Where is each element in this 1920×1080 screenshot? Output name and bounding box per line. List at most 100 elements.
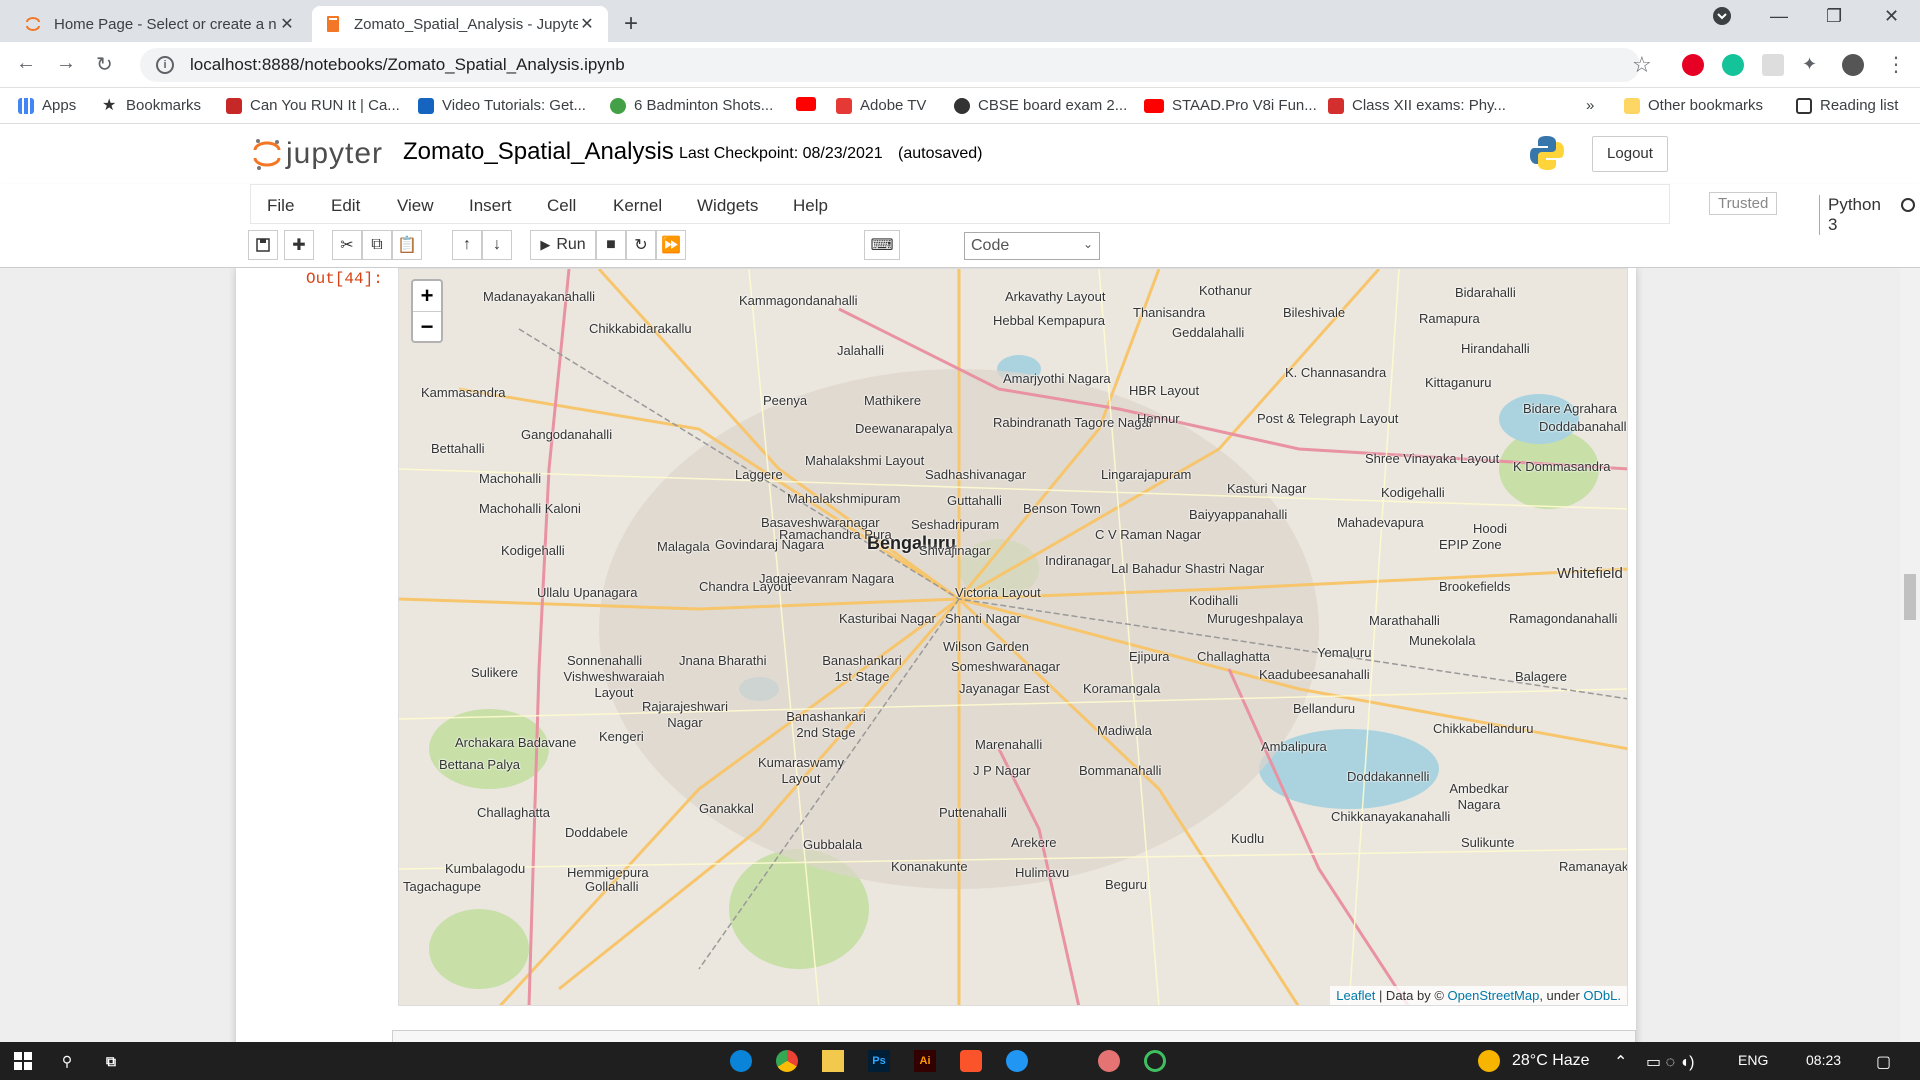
reading-list-button[interactable]: Reading list xyxy=(1796,97,1898,114)
brave-icon[interactable] xyxy=(960,1050,982,1072)
file-explorer-icon[interactable] xyxy=(822,1050,844,1072)
map-zoom-control: + − xyxy=(411,279,443,343)
interrupt-icon[interactable]: ■ xyxy=(596,230,626,260)
bookmark-bookmarks[interactable]: ★ Bookmarks xyxy=(102,97,201,114)
kernel-name[interactable]: Python 3 xyxy=(1819,195,1881,235)
photoshop-icon[interactable]: Ps xyxy=(868,1050,890,1072)
more-bookmarks-button[interactable]: » xyxy=(1586,97,1594,114)
bookmark-apps[interactable]: Apps xyxy=(18,97,76,114)
leaflet-link[interactable]: Leaflet xyxy=(1336,988,1375,1003)
notebook-name[interactable]: Zomato_Spatial_Analysis xyxy=(403,138,674,166)
notifications-icon[interactable]: ▢ xyxy=(1876,1052,1891,1072)
menu-edit[interactable]: Edit xyxy=(331,196,360,216)
map-place-label: Marathahalli xyxy=(1369,613,1440,628)
jupyter-logo[interactable]: jupyter xyxy=(252,136,383,172)
menu-insert[interactable]: Insert xyxy=(469,196,512,216)
bookmark-class-xii[interactable]: Class XII exams: Phy... xyxy=(1328,97,1506,114)
site-icon xyxy=(610,97,626,114)
tab-home-page[interactable]: Home Page - Select or create a n ✕ xyxy=(12,6,308,42)
move-up-icon[interactable]: ↑ xyxy=(452,230,482,260)
scrollbar-thumb[interactable] xyxy=(1904,574,1916,620)
bookmark-video-tutorials[interactable]: Video Tutorials: Get... xyxy=(418,97,586,114)
bookmark-staad[interactable]: STAAD.Pro V8i Fun... xyxy=(1144,97,1317,114)
browser-menu-icon[interactable]: ⋮ xyxy=(1886,52,1906,77)
maximize-icon[interactable]: ❐ xyxy=(1826,6,1842,27)
bookmark-badminton[interactable]: 6 Badminton Shots... xyxy=(610,97,773,114)
restart-icon[interactable]: ↻ xyxy=(626,230,656,260)
extensions-puzzle-icon[interactable]: ✦ xyxy=(1802,54,1824,76)
address-bar[interactable]: i localhost:8888/notebooks/Zomato_Spatia… xyxy=(140,48,1640,82)
bookmark-cbse[interactable]: CBSE board exam 2... xyxy=(954,97,1127,114)
pinterest-extension-icon[interactable] xyxy=(1682,54,1704,76)
menu-widgets[interactable]: Widgets xyxy=(697,196,758,216)
trusted-indicator[interactable]: Trusted xyxy=(1709,192,1778,215)
menu-kernel[interactable]: Kernel xyxy=(613,196,662,216)
logout-button[interactable]: Logout xyxy=(1592,136,1668,172)
reload-icon[interactable]: ↻ xyxy=(96,52,113,77)
site-icon xyxy=(418,97,434,114)
move-down-icon[interactable]: ↓ xyxy=(482,230,512,260)
close-window-icon[interactable]: ✕ xyxy=(1884,6,1899,27)
forward-icon[interactable]: → xyxy=(56,52,76,75)
grammarly-extension-icon[interactable] xyxy=(1722,54,1744,76)
clock[interactable]: 08:23 xyxy=(1806,1052,1841,1068)
restart-run-all-icon[interactable]: ⏩ xyxy=(656,230,686,260)
menu-view[interactable]: View xyxy=(397,196,434,216)
tab-zomato-notebook[interactable]: Zomato_Spatial_Analysis - Jupyter ✕ xyxy=(312,6,608,42)
openstreetmap-link[interactable]: OpenStreetMap xyxy=(1448,988,1540,1003)
bookmark-star-icon[interactable]: ☆ xyxy=(1632,52,1652,78)
bookmark-adobe-tv[interactable]: Adobe TV xyxy=(836,97,926,114)
app-icon[interactable] xyxy=(1098,1050,1120,1072)
paste-icon[interactable]: 📋 xyxy=(392,230,422,260)
close-tab-icon[interactable]: ✕ xyxy=(278,14,296,34)
weather-icon[interactable] xyxy=(1478,1050,1500,1072)
cell-type-select[interactable]: Code ⌄ xyxy=(964,232,1100,260)
odbl-link[interactable]: ODbL. xyxy=(1583,988,1621,1003)
map-place-label: Tagachagupe xyxy=(403,879,482,894)
globe-icon xyxy=(954,97,970,114)
zoom-in-button[interactable]: + xyxy=(413,281,441,311)
bookmark-other[interactable]: Other bookmarks xyxy=(1624,97,1763,114)
app-search-icon[interactable] xyxy=(1006,1050,1028,1072)
run-button[interactable]: ▶ Run xyxy=(530,230,596,260)
weather-text[interactable]: 28°C Haze xyxy=(1512,1052,1590,1070)
insert-cell-icon[interactable]: ✚ xyxy=(284,230,314,260)
task-view-icon[interactable]: ⧉ xyxy=(100,1050,122,1072)
zoom-out-button[interactable]: − xyxy=(413,311,441,341)
cut-icon[interactable]: ✂ xyxy=(332,230,362,260)
page-scrollbar[interactable] xyxy=(1900,268,1920,1042)
next-code-cell[interactable] xyxy=(392,1030,1636,1042)
illustrator-icon[interactable]: Ai xyxy=(914,1050,936,1072)
back-icon[interactable]: ← xyxy=(16,52,36,75)
bookmark-can-you-run-it[interactable]: Can You RUN It | Ca... xyxy=(226,97,400,114)
tray-chevron-up-icon[interactable]: ⌃ xyxy=(1614,1052,1627,1072)
app-circle-icon[interactable] xyxy=(1144,1050,1166,1072)
menu-cell[interactable]: Cell xyxy=(547,196,576,216)
menu-help[interactable]: Help xyxy=(793,196,828,216)
minimize-icon[interactable]: — xyxy=(1770,6,1788,27)
search-icon[interactable]: ⚲ xyxy=(56,1050,78,1072)
windows-start-icon[interactable] xyxy=(12,1050,34,1072)
map-place-label: Bettahalli xyxy=(431,441,485,456)
map-place-label: Kengeri xyxy=(599,729,644,744)
extension-icon[interactable] xyxy=(1762,54,1784,76)
menu-file[interactable]: File xyxy=(267,196,294,216)
bookmark-youtube[interactable] xyxy=(796,97,824,111)
keyboard-icon[interactable]: ⌨ xyxy=(864,230,900,260)
map-place-label: Yemaluru xyxy=(1317,645,1372,660)
tab-search-icon[interactable] xyxy=(1712,6,1732,31)
map-place-label: Arekere xyxy=(1011,835,1057,850)
site-info-icon[interactable]: i xyxy=(156,56,174,74)
map-place-label: Kumbalagodu xyxy=(445,861,526,876)
edge-icon[interactable] xyxy=(730,1050,752,1072)
save-icon[interactable] xyxy=(248,230,278,260)
new-tab-button[interactable]: + xyxy=(624,10,638,38)
tray-icons[interactable]: ▭ ◌ ◖) xyxy=(1646,1052,1695,1072)
map-place-label: Kumaraswamy Layout xyxy=(758,755,844,786)
leaflet-map[interactable]: + − Bengaluru Madanayakanahalli Kammagon… xyxy=(398,268,1628,1006)
chrome-icon[interactable] xyxy=(776,1050,798,1072)
profile-avatar[interactable] xyxy=(1842,54,1864,76)
language-indicator[interactable]: ENG xyxy=(1738,1052,1768,1068)
copy-icon[interactable]: ⧉ xyxy=(362,230,392,260)
close-tab-icon[interactable]: ✕ xyxy=(578,14,596,34)
